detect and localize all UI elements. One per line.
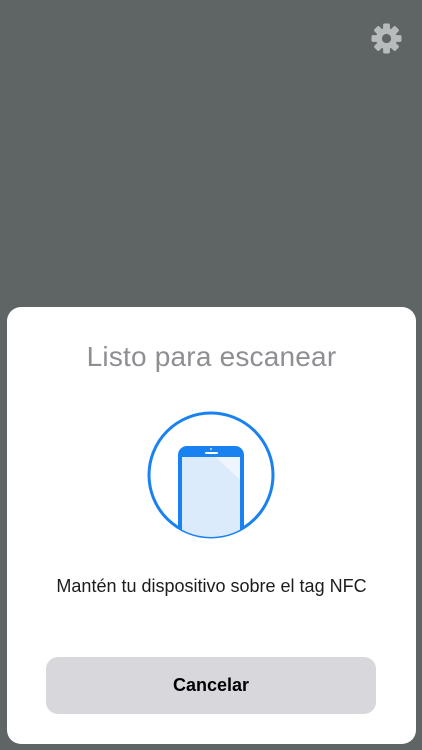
settings-button[interactable] xyxy=(371,23,402,59)
cancel-button[interactable]: Cancelar xyxy=(46,657,376,714)
scan-instructions: Mantén tu dispositivo sobre el tag NFC xyxy=(56,576,367,596)
app-screen: Listo para escanear Mantén tu dispositiv… xyxy=(0,0,422,750)
sheet-title: Listo para escanear xyxy=(86,341,337,372)
phone-nfc-icon xyxy=(146,410,276,540)
nfc-scan-sheet: Listo para escanear Mantén tu dispositiv… xyxy=(7,307,416,744)
gear-icon xyxy=(371,23,402,59)
